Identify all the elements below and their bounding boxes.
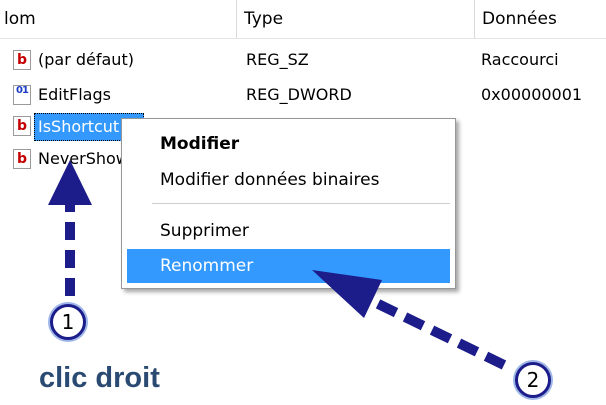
- menu-separator: [152, 203, 450, 204]
- value-name: NeverShow: [38, 149, 129, 168]
- column-header-data[interactable]: Données: [482, 0, 557, 38]
- table-row[interactable]: 01 EditFlags REG_DWORD 0x00000001: [0, 80, 606, 110]
- caption-clic-droit: clic droit: [39, 362, 160, 394]
- value-name: (par défaut): [38, 50, 134, 69]
- arrow-2-shaft: [367, 295, 507, 370]
- reg-sz-icon: b: [13, 50, 31, 70]
- callout-2: 2: [515, 362, 551, 398]
- callout-1: 1: [50, 304, 86, 340]
- column-divider[interactable]: [474, 0, 475, 38]
- value-type: REG_SZ: [246, 50, 309, 69]
- column-divider[interactable]: [236, 0, 237, 38]
- reg-sz-icon: b: [13, 116, 31, 136]
- reg-sz-icon: b: [13, 149, 31, 169]
- column-header-type[interactable]: Type: [244, 0, 283, 38]
- context-menu: Modifier Modifier données binaires Suppr…: [121, 118, 456, 289]
- table-row[interactable]: b (par défaut) REG_SZ Raccourci: [0, 45, 606, 75]
- menu-item-modifier-binary[interactable]: Modifier données binaires: [127, 163, 450, 197]
- menu-item-modifier[interactable]: Modifier: [127, 127, 450, 161]
- menu-item-supprimer[interactable]: Supprimer: [127, 214, 450, 248]
- menu-item-renommer[interactable]: Renommer: [127, 249, 450, 283]
- value-data: 0x00000001: [481, 85, 583, 104]
- value-data: Raccourci: [481, 50, 559, 69]
- reg-dword-icon: 01: [13, 85, 31, 105]
- list-header: lom Type Données: [0, 0, 606, 39]
- value-name: EditFlags: [38, 85, 111, 104]
- column-header-name[interactable]: lom: [4, 0, 36, 38]
- value-type: REG_DWORD: [246, 85, 352, 104]
- header-divider: [0, 38, 606, 39]
